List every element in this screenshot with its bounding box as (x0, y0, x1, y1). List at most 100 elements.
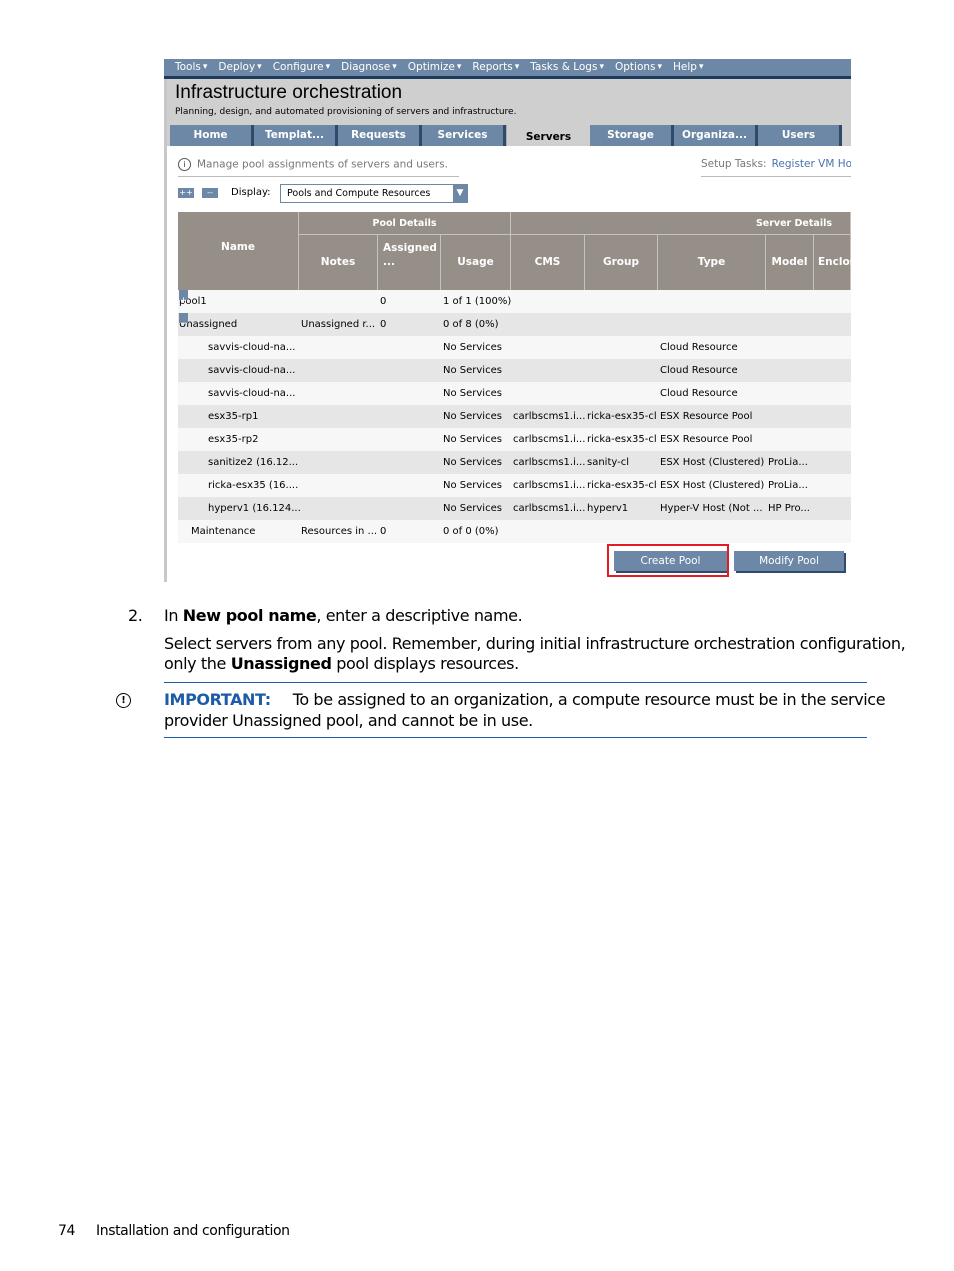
cell-usage: No Services (443, 503, 502, 514)
info-message: i Manage pool assignments of servers and … (178, 158, 448, 171)
display-label: Display: (231, 187, 271, 198)
menu-item[interactable]: Options (604, 59, 656, 76)
tab-templat[interactable]: Templat... (254, 125, 338, 146)
column-header-name: Name (178, 212, 299, 290)
table-row[interactable]: hyperv1 (16.124... No Services carlbscms1.… (178, 497, 851, 520)
cell-model: HP Pro... (768, 503, 810, 514)
text: In (164, 606, 183, 625)
screenshot: Tools ▾ Deploy ▾ Configure ▾ Diagnose ▾ Optimize… (164, 59, 851, 582)
text: only the (164, 654, 231, 673)
ui-term: Unassigned (230, 654, 332, 673)
app-title: Infrastructure orchestration (175, 82, 403, 103)
page-number: 74 (58, 1223, 76, 1239)
cell-name: esx35-rp2 (208, 434, 259, 445)
divider (178, 176, 459, 177)
important-line: IMPORTANT: To be assigned to an organizat… (164, 690, 886, 709)
cell-usage: No Services (443, 411, 502, 422)
setup-label: Setup Tasks: (701, 158, 767, 170)
cell-notes: Unassigned r... (301, 319, 376, 330)
column-header: Enclos (814, 235, 851, 290)
chevron-down-icon: ▾ (698, 62, 704, 72)
text: , enter a descriptive name. (316, 606, 523, 625)
column-header: Usage (441, 235, 511, 290)
paragraph-line: Select servers from any pool. Remember, … (164, 634, 906, 653)
table-row[interactable]: ricka-esx35 (16.... No Services carlbscms1… (178, 474, 851, 497)
cell-assigned: 0 (380, 319, 387, 330)
menu-item[interactable]: Help (662, 59, 697, 76)
menu-item[interactable]: Configure (262, 59, 324, 76)
cell-cms: carlbscms1.i... (513, 434, 586, 445)
cell-usage: No Services (443, 457, 502, 468)
column-header: Notes (299, 235, 378, 290)
cell-usage: No Services (443, 342, 502, 353)
menu-item[interactable]: Optimize (397, 59, 455, 76)
chevron-down-icon[interactable]: ▼ (453, 185, 467, 202)
table-row[interactable]: Maintenance Resources in ... 0 0 of 0 (0%) (178, 520, 851, 543)
expand-all-button[interactable]: ++ (178, 188, 194, 198)
cell-usage: No Services (443, 480, 502, 491)
cell-usage: No Services (443, 434, 502, 445)
tab-users[interactable]: Users (758, 125, 842, 146)
tab-home[interactable]: Home (170, 125, 254, 146)
text: pool displays resources. (331, 654, 519, 673)
cell-type: ESX Host (Clustered) (660, 480, 765, 491)
table-row[interactable]: savvis-cloud-na... No Services Cloud Resou… (178, 336, 851, 359)
table-row[interactable]: esx35-rp1 No Services carlbscms1.i... ricka… (178, 405, 851, 428)
cell-usage: 0 of 0 (0%) (443, 526, 499, 537)
document-page: Tools ▾ Deploy ▾ Configure ▾ Diagnose ▾ Optimize… (0, 0, 954, 1271)
collapse-icon[interactable]: − (179, 313, 188, 329)
table-row[interactable]: + pool1 0 1 of 1 (100%) (178, 290, 851, 313)
table-row[interactable]: sanitize2 (16.12... No Services carlbscms1… (178, 451, 851, 474)
table-row[interactable]: − Unassigned Unassigned r... 0 0 of 8 (0%) (178, 313, 851, 336)
cell-type: Cloud Resource (660, 365, 738, 376)
cell-group: sanity-cl (587, 457, 630, 468)
text: To be assigned to an organization, a com… (292, 690, 886, 709)
menu-item[interactable]: Tools (164, 59, 201, 76)
app-subtitle: Planning, design, and automated provisio… (175, 107, 517, 117)
table-row[interactable]: savvis-cloud-na... No Services Cloud Resou… (178, 382, 851, 405)
name-cell: − Unassigned (179, 313, 237, 336)
cell-usage: 1 of 1 (100%) (443, 296, 512, 307)
display-select[interactable]: Pools and Compute Resources ▼ (280, 184, 468, 203)
collapse-all-button[interactable]: -- (202, 188, 218, 198)
group-header-pool: Pool Details (299, 212, 511, 235)
important-line: provider Unassigned pool, and cannot be … (164, 711, 533, 730)
left-border (164, 76, 167, 582)
cell-group: ricka-esx35-cl (587, 480, 657, 491)
menu-item[interactable]: Tasks & Logs (519, 59, 597, 76)
cell-cms: carlbscms1.i... (513, 503, 586, 514)
setup-tasks: Setup Tasks: Register VM Ho (701, 158, 851, 170)
cell-usage: No Services (443, 388, 502, 399)
register-vm-link[interactable]: Register VM Ho (772, 158, 851, 170)
tab-services[interactable]: Services (422, 125, 506, 146)
footer-section: Installation and configuration (96, 1223, 290, 1239)
highlight-box (607, 544, 729, 577)
tab-servers[interactable]: Servers (506, 125, 590, 146)
tab-organiza[interactable]: Organiza... (674, 125, 758, 146)
column-header: Type (658, 235, 766, 290)
info-icon: i (178, 158, 191, 171)
table-row[interactable]: savvis-cloud-na... No Services Cloud Resou… (178, 359, 851, 382)
expand-icon[interactable]: + (179, 290, 188, 306)
cell-group: ricka-esx35-cl (587, 411, 657, 422)
cell-name: sanitize2 (16.12... (208, 457, 299, 468)
modify-pool-button[interactable]: Modify Pool (734, 551, 844, 571)
table-row[interactable]: esx35-rp2 No Services carlbscms1.i... ricka… (178, 428, 851, 451)
rule (164, 737, 867, 738)
menu-item[interactable]: Diagnose (330, 59, 390, 76)
tab-storage[interactable]: Storage (590, 125, 674, 146)
cell-cms: carlbscms1.i... (513, 457, 586, 468)
divider (701, 176, 851, 177)
cell-model: ProLia... (768, 480, 808, 491)
cell-type: ESX Resource Pool (660, 411, 753, 422)
menu-item[interactable]: Reports (461, 59, 512, 76)
cell-type: Cloud Resource (660, 342, 738, 353)
important-label: IMPORTANT: (164, 690, 271, 709)
cell-name: savvis-cloud-na... (208, 365, 296, 376)
menu-item[interactable]: Deploy (207, 59, 255, 76)
column-header: Group (585, 235, 658, 290)
tab-requests[interactable]: Requests (338, 125, 422, 146)
group-header-server: Server Details (511, 212, 851, 235)
display-value: Pools and Compute Resources (287, 188, 431, 199)
cell-cms: carlbscms1.i... (513, 411, 586, 422)
